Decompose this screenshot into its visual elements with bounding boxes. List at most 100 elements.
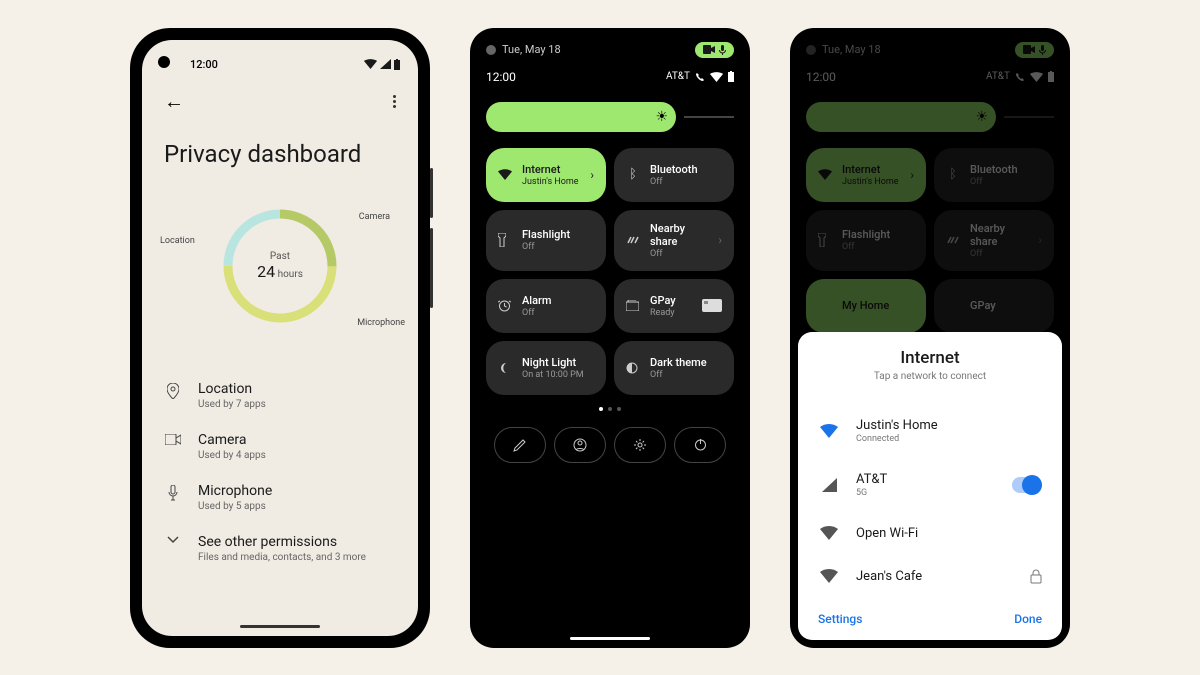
donut-legend-location: Location (160, 236, 195, 246)
qs-sub: Justin's Home (842, 177, 900, 187)
qs-tile-gpay[interactable]: GPayReady (614, 279, 734, 333)
done-button[interactable]: Done (1014, 612, 1042, 626)
usage-donut-chart: Past 24 hours Camera Location Microphone (210, 196, 350, 336)
qs-title: My Home (842, 299, 914, 312)
power-button[interactable] (674, 427, 726, 463)
battery-icon (394, 59, 400, 70)
qs-tile-internet[interactable]: InternetJustin's Home › (486, 148, 606, 202)
signal-icon (380, 59, 391, 69)
permission-item-other[interactable]: See other permissionsFiles and media, co… (160, 523, 400, 574)
phone-side-button (430, 168, 433, 218)
camera-icon (1023, 45, 1035, 54)
back-button[interactable]: ← (164, 89, 184, 114)
quick-settings-grid: InternetJustin's Home › ᛒ BluetoothOff F… (486, 148, 734, 395)
carrier-name: AT&T (666, 71, 690, 82)
wifi-icon (498, 169, 512, 180)
settings-button[interactable] (614, 427, 666, 463)
wallet-icon (626, 300, 640, 311)
perm-title: Camera (198, 432, 266, 448)
microphone-icon (1039, 45, 1046, 55)
network-item-connected[interactable]: Justin's HomeConnected (816, 404, 1044, 458)
phone-privacy-dashboard: 12:00 ← Privacy dashboard Past 24 hours … (130, 28, 430, 648)
camera-icon (164, 434, 182, 445)
chevron-right-icon: › (590, 168, 594, 182)
status-time: 12:00 (486, 70, 516, 84)
qs-tile-flashlight[interactable]: FlashlightOff (486, 210, 606, 271)
cellular-icon (818, 478, 840, 492)
brightness-icon: ☀ (655, 109, 668, 125)
notification-dot-icon (806, 45, 816, 55)
brightness-slider[interactable]: ☀ (486, 102, 676, 132)
status-date: Tue, May 18 (502, 43, 561, 56)
battery-icon (728, 71, 734, 82)
brightness-track[interactable] (684, 116, 734, 118)
qs-title: Bluetooth (650, 163, 722, 176)
phone-quick-settings: Tue, May 18 12:00 AT&T ☀ InternetJustin'… (470, 28, 750, 648)
app-bar: ← (160, 89, 400, 114)
chevron-right-icon: › (718, 233, 722, 247)
qs-sub: Justin's Home (522, 177, 580, 187)
network-item-open[interactable]: Open Wi-Fi (816, 512, 1044, 555)
front-camera-cutout (158, 56, 170, 68)
user-button[interactable] (554, 427, 606, 463)
qs-tile-alarm[interactable]: AlarmOff (486, 279, 606, 333)
carrier-status: AT&T (986, 71, 1054, 82)
permission-item-camera[interactable]: CameraUsed by 4 apps (160, 421, 400, 472)
qs-sub: Off (650, 177, 722, 187)
qs-tile-bluetooth[interactable]: ᛒ BluetoothOff (614, 148, 734, 202)
call-icon (1015, 72, 1025, 82)
network-item-secured[interactable]: Jean's Cafe (816, 555, 1044, 598)
wifi-icon (364, 59, 377, 69)
network-name: AT&T (856, 472, 996, 487)
alarm-icon (498, 299, 512, 312)
permission-item-location[interactable]: LocationUsed by 7 apps (160, 370, 400, 421)
time-carrier-row: 12:00 AT&T (806, 70, 1054, 84)
network-list: Justin's HomeConnected AT&T5G Open Wi-Fi… (816, 404, 1044, 598)
date-indicator: Tue, May 18 (806, 43, 881, 56)
home-indicator[interactable] (240, 625, 320, 628)
bluetooth-icon: ᛒ (626, 167, 640, 182)
donut-label-past: Past (257, 251, 303, 262)
lock-icon (1030, 569, 1042, 584)
network-item-mobile[interactable]: AT&T5G (816, 458, 1044, 512)
qs-tile-nearby-share[interactable]: Nearby shareOff › (614, 210, 734, 271)
phone-internet-sheet: Tue, May 18 12:00 AT&T ☀ (790, 28, 1070, 648)
permission-list: LocationUsed by 7 apps CameraUsed by 4 a… (160, 370, 400, 574)
qs-title: Flashlight (522, 228, 594, 241)
qs-tile-dark-theme[interactable]: Dark themeOff (614, 341, 734, 395)
network-status: 5G (856, 488, 996, 498)
qs-sub: Ready (650, 308, 692, 318)
home-indicator[interactable] (570, 637, 650, 640)
dimmed-background: Tue, May 18 12:00 AT&T ☀ (806, 42, 1054, 333)
status-time: 12:00 (806, 70, 836, 84)
permission-item-microphone[interactable]: Microphone Used by 5 apps (160, 472, 400, 523)
battery-icon (1048, 71, 1054, 82)
brightness-track (1004, 116, 1054, 118)
edit-button[interactable] (494, 427, 546, 463)
date-indicator: Tue, May 18 (486, 43, 561, 56)
donut-legend-microphone: Microphone (357, 318, 405, 328)
sheet-title: Internet (816, 348, 1044, 368)
camera-icon (703, 45, 715, 54)
perm-title: Microphone (198, 483, 272, 499)
internet-bottom-sheet: Internet Tap a network to connect Justin… (798, 332, 1062, 640)
wifi-icon (818, 526, 840, 540)
qs-sub: Off (970, 177, 1042, 187)
camera-mic-indicator[interactable] (695, 42, 734, 58)
qs-title: Dark theme (650, 356, 722, 369)
mobile-data-toggle[interactable] (1012, 477, 1042, 493)
chevron-right-icon: › (1038, 233, 1042, 247)
microphone-icon (719, 45, 726, 55)
wifi-icon (818, 424, 840, 438)
brightness-slider-row: ☀ (486, 102, 734, 132)
qs-title: Night Light (522, 356, 594, 369)
page-indicator (486, 407, 734, 411)
settings-link[interactable]: Settings (818, 612, 862, 626)
brightness-slider-row: ☀ (806, 102, 1054, 132)
overflow-menu-button[interactable] (393, 95, 396, 108)
status-icons (364, 59, 400, 70)
qs-sub: Off (970, 249, 1028, 259)
perm-sub: Used by 5 apps (198, 501, 272, 512)
qs-tile-night-light[interactable]: Night LightOn at 10:00 PM (486, 341, 606, 395)
network-name: Open Wi-Fi (856, 526, 1042, 541)
